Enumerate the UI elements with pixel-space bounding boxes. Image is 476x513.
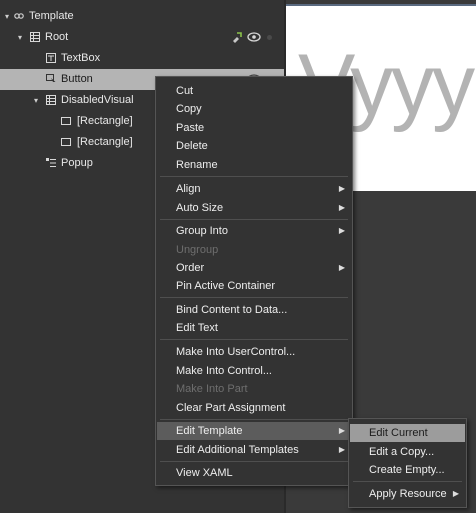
submenu-arrow-icon: ▶ [338,263,345,272]
menu-item-pin-active-container[interactable]: Pin Active Container [157,277,351,295]
tree-item-label: DisabledVisual [61,94,134,106]
tree-item-template[interactable]: ▾ Template [0,6,285,27]
collapse-arrow-icon[interactable]: ▾ [15,27,25,48]
menu-item-create-empty[interactable]: Create Empty... [350,461,465,479]
menu-separator [353,481,462,482]
submenu-arrow-icon: ▶ [338,426,345,435]
button-icon [46,74,56,84]
menu-item-group-into[interactable]: Group Into ▶ [157,222,351,240]
rectangle-icon [61,117,71,125]
menu-separator [160,419,348,420]
tree-item-label: Root [45,31,69,43]
menu-item-delete[interactable]: Delete [157,137,351,155]
menu-item-align[interactable]: Align ▶ [157,180,351,198]
tree-item-label: Popup [61,157,93,169]
menu-item-edit-additional-templates[interactable]: Edit Additional Templates ▶ [157,441,351,459]
menu-separator [160,176,348,177]
eye-icon[interactable] [247,31,261,43]
menu-item-cut[interactable]: Cut [157,82,351,100]
menu-item-label: Edit Additional Templates [176,444,299,456]
menu-item-make-into-usercontrol[interactable]: Make Into UserControl... [157,343,351,361]
menu-item-rename[interactable]: Rename [157,156,351,174]
menu-item-label: Edit Template [176,425,243,437]
menu-item-edit-a-copy[interactable]: Edit a Copy... [350,443,465,461]
submenu-arrow-icon: ▶ [338,226,345,235]
tree-item-label: [Rectangle] [77,136,133,148]
grid-icon [46,95,56,105]
menu-item-view-xaml[interactable]: View XAML [157,464,351,482]
menu-item-ungroup[interactable]: Ungroup [157,241,351,259]
menu-item-label: Group Into [176,225,228,237]
menu-item-apply-resource[interactable]: Apply Resource ▶ [350,485,465,503]
brush-lock-icon[interactable] [231,31,243,43]
menu-item-label: Align [176,183,201,195]
submenu-arrow-icon: ▶ [338,445,345,454]
context-menu: Cut Copy Paste Delete Rename Align ▶ Aut… [155,76,353,486]
tree-item-label: Template [29,10,74,22]
submenu-arrow-icon: ▶ [338,184,345,193]
menu-separator [160,219,348,220]
menu-item-edit-template[interactable]: Edit Template ▶ [157,422,351,440]
tree-item-label: TextBox [61,52,101,64]
tree-item-label: Button [61,73,93,85]
grid-icon [30,32,40,42]
menu-item-label: Order [176,262,205,274]
tree-item-textbox[interactable]: TextBox [0,48,285,69]
menu-item-copy[interactable]: Copy [157,100,351,118]
menu-separator [160,297,348,298]
menu-item-edit-text[interactable]: Edit Text [157,319,351,337]
tree-item-label: [Rectangle] [77,115,133,127]
tree-item-root[interactable]: ▾ Root [0,27,285,48]
lock-dot-icon[interactable] [267,35,272,40]
menu-item-edit-current[interactable]: Edit Current [350,424,465,442]
menu-item-auto-size[interactable]: Auto Size ▶ [157,199,351,217]
edit-template-submenu: Edit Current Edit a Copy... Create Empty… [348,418,467,508]
submenu-arrow-icon: ▶ [338,203,345,212]
popup-icon [46,158,56,167]
rectangle-icon [61,138,71,146]
menu-item-order[interactable]: Order ▶ [157,259,351,277]
menu-item-make-into-part[interactable]: Make Into Part [157,380,351,398]
collapse-arrow-icon[interactable]: ▾ [31,90,41,111]
menu-item-bind-content[interactable]: Bind Content to Data... [157,301,351,319]
menu-item-make-into-control[interactable]: Make Into Control... [157,362,351,380]
menu-item-paste[interactable]: Paste [157,119,351,137]
textbox-icon [46,53,56,63]
menu-separator [160,461,348,462]
menu-item-label: Apply Resource [369,488,447,500]
menu-separator [160,339,348,340]
menu-item-label: Auto Size [176,202,224,214]
collapse-arrow-icon[interactable]: ▾ [2,6,12,27]
submenu-arrow-icon: ▶ [452,489,459,498]
menu-item-clear-part-assignment[interactable]: Clear Part Assignment [157,399,351,417]
template-icon [14,13,24,19]
